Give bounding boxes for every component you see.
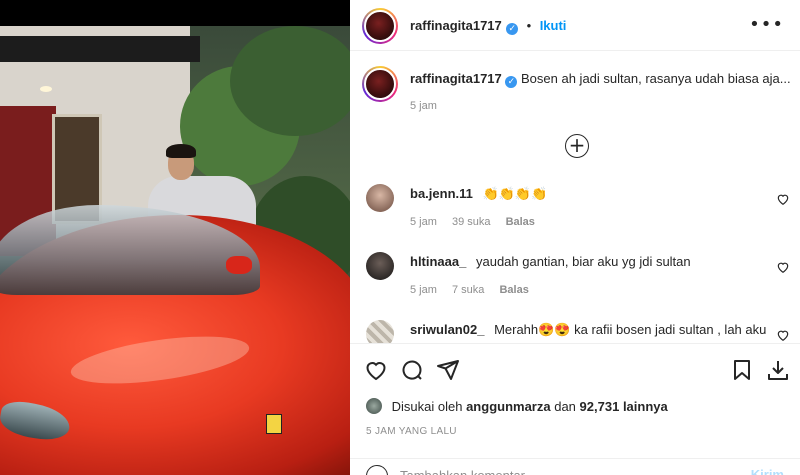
comment-likes[interactable]: 7 suka — [452, 284, 484, 296]
verified-badge-icon: ✓ — [505, 76, 518, 88]
heart-icon[interactable] — [776, 328, 790, 342]
car-mirror — [226, 256, 252, 274]
author-line: raffinagita1717 ✓ • Ikuti — [410, 17, 566, 35]
send-icon[interactable] — [436, 358, 460, 382]
likes-middle: dan — [554, 399, 576, 414]
caption-text-line: raffinagita1717 ✓ Bosen ah jadi sultan, … — [410, 71, 791, 88]
comment-avatar[interactable] — [366, 184, 394, 212]
comment-time[interactable]: 5 jam — [410, 284, 437, 296]
comment-body: Merahh😍😍 ka rafii bosen jadi sultan , la… — [494, 322, 767, 337]
caption-avatar[interactable] — [362, 66, 398, 102]
comment-item: hltinaaa_ yaudah gantian, biar aku yg jd… — [362, 252, 792, 312]
tree-foliage — [230, 26, 350, 136]
comment-avatar[interactable] — [366, 252, 394, 280]
reply-button[interactable]: Balas — [499, 284, 528, 296]
comment-username[interactable]: sriwulan02_ — [410, 322, 484, 337]
caption-body: Bosen ah jadi sultan, rasanya udah biasa… — [521, 71, 791, 86]
comment-input[interactable] — [400, 465, 720, 475]
post-timestamp[interactable]: 5 JAM YANG LALU — [366, 426, 457, 437]
heart-icon[interactable] — [364, 358, 388, 382]
comment-time[interactable]: 5 jam — [410, 216, 437, 228]
emoji-icon[interactable] — [366, 465, 388, 475]
ceiling-lamp — [40, 86, 52, 92]
comment-likes[interactable]: 39 suka — [452, 216, 491, 228]
author-avatar[interactable] — [362, 8, 398, 44]
comment-text-line: sriwulan02_ Merahh😍😍 ka rafii bosen jadi… — [410, 322, 786, 338]
likes-count[interactable]: 92,731 — [580, 399, 620, 414]
comment-body: 👏👏👏👏 — [482, 186, 548, 201]
caption-time[interactable]: 5 jam — [410, 100, 437, 112]
comment-username[interactable]: hltinaaa_ — [410, 254, 466, 269]
likes-prefix: Disukai oleh — [391, 399, 463, 414]
comment-item: ba.jenn.11 👏👏👏👏 5 jam 39 suka Balas — [362, 184, 792, 244]
bookmark-icon[interactable] — [730, 358, 754, 382]
comment-meta: 5 jam 39 suka Balas — [410, 216, 547, 228]
car-badge — [266, 414, 282, 434]
post-header: raffinagita1717 ✓ • Ikuti ••• — [350, 0, 800, 51]
likes-summary: Disukai oleh anggunmarza dan 92,731 lain… — [366, 398, 668, 414]
house-roof — [0, 36, 200, 62]
plus-circle-icon[interactable]: + — [565, 134, 589, 158]
author-username[interactable]: raffinagita1717 — [410, 18, 502, 33]
caption-avatar-image — [364, 68, 396, 100]
download-icon[interactable] — [766, 358, 790, 382]
comment-body: yaudah gantian, biar aku yg jdi sultan — [475, 254, 691, 269]
comment-meta: 5 jam 7 suka Balas — [410, 284, 541, 296]
post-side-panel: raffinagita1717 ✓ • Ikuti ••• raffinagit… — [350, 0, 800, 475]
post-photo[interactable] — [0, 0, 350, 475]
add-comment-bar: Kirim — [350, 458, 800, 475]
more-options-icon[interactable]: ••• — [749, 14, 784, 35]
author-avatar-image — [364, 10, 396, 42]
heart-icon[interactable] — [776, 192, 790, 206]
separator-dot: • — [526, 18, 532, 33]
heart-icon[interactable] — [776, 260, 790, 274]
comment-icon[interactable] — [400, 358, 424, 382]
liker-avatar[interactable] — [366, 398, 382, 414]
likes-suffix[interactable]: lainnya — [623, 399, 668, 414]
verified-badge-icon: ✓ — [506, 23, 519, 35]
person-hair — [166, 144, 196, 158]
comment-text-line: hltinaaa_ yaudah gantian, biar aku yg jd… — [410, 254, 786, 269]
liker-username[interactable]: anggunmarza — [466, 399, 551, 414]
follow-button[interactable]: Ikuti — [540, 18, 567, 33]
caption-username[interactable]: raffinagita1717 — [410, 71, 502, 86]
post-comment-button[interactable]: Kirim — [751, 467, 784, 475]
comment-text-line: ba.jenn.11 👏👏👏👏 — [410, 186, 786, 202]
reply-button[interactable]: Balas — [506, 216, 535, 228]
comment-username[interactable]: ba.jenn.11 — [410, 186, 473, 201]
post-actions: Disukai oleh anggunmarza dan 92,731 lain… — [350, 343, 800, 475]
